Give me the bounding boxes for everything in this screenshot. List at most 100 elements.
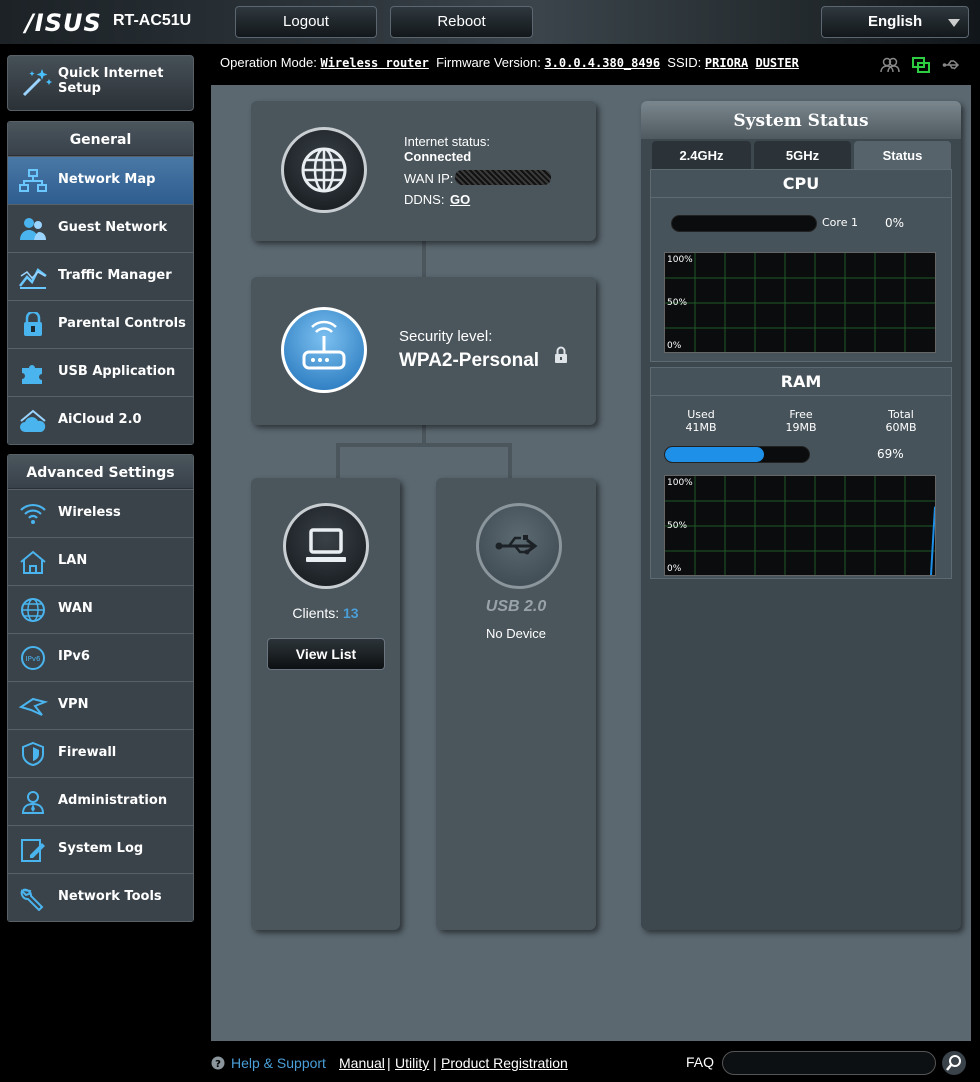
ram-usage-bar bbox=[664, 446, 810, 463]
parental-controls-icon bbox=[24, 312, 42, 336]
usb-status-icon[interactable] bbox=[942, 55, 962, 75]
view-list-button[interactable]: View List bbox=[267, 638, 385, 670]
network-map-icon bbox=[19, 169, 47, 192]
internet-status-value: Connected bbox=[404, 149, 472, 164]
sidebar-item-lan[interactable]: LAN bbox=[8, 537, 193, 585]
tab-status[interactable]: Status bbox=[854, 141, 951, 169]
ram-total: Total 60MB bbox=[871, 408, 931, 434]
status-icons bbox=[880, 54, 968, 75]
sidebar-item-ipv6[interactable]: IPv6 IPv6 bbox=[8, 633, 193, 681]
home-icon bbox=[20, 550, 46, 574]
sidebar-item-label: WAN bbox=[58, 601, 93, 616]
sidebar-item-parental-controls[interactable]: Parental Controls bbox=[8, 300, 193, 348]
sidebar-item-label: LAN bbox=[58, 553, 88, 568]
manual-link[interactable]: Manual bbox=[339, 1055, 385, 1071]
router-icon bbox=[302, 320, 346, 370]
network-status-icon[interactable] bbox=[911, 55, 931, 75]
graph-label-100: 100% bbox=[667, 478, 693, 488]
log-icon bbox=[21, 839, 45, 862]
ssid-link-2[interactable]: DUSTER bbox=[755, 56, 798, 70]
info-line: Operation Mode: Wireless router Firmware… bbox=[220, 55, 799, 70]
sidebar-item-system-log[interactable]: System Log bbox=[8, 825, 193, 873]
ddns-label: DDNS: bbox=[404, 192, 445, 207]
connector-line bbox=[508, 443, 512, 479]
sidebar-item-label: Administration bbox=[58, 793, 168, 808]
firmware-label: Firmware Version: bbox=[436, 55, 541, 70]
utility-link[interactable]: Utility bbox=[395, 1055, 429, 1071]
sidebar-item-usb-application[interactable]: USB Application bbox=[8, 348, 193, 396]
ram-free: Free 19MB bbox=[771, 408, 831, 434]
sidebar-item-label: Network Map bbox=[58, 172, 156, 187]
logout-button[interactable]: Logout bbox=[235, 6, 377, 38]
op-mode-link[interactable]: Wireless router bbox=[320, 56, 428, 70]
ssid-label: SSID: bbox=[667, 55, 702, 70]
cpu-usage-graph: 100% 50% 0% bbox=[664, 252, 936, 353]
router-button[interactable] bbox=[281, 307, 367, 393]
router-card[interactable]: Security level: WPA2-Personal bbox=[251, 277, 596, 425]
connector-line bbox=[422, 241, 426, 277]
sidebar-item-administration[interactable]: Administration bbox=[8, 777, 193, 825]
ram-percent: 69% bbox=[877, 447, 904, 461]
ddns-go-link[interactable]: GO bbox=[450, 192, 470, 207]
sidebar-item-label: VPN bbox=[58, 697, 89, 712]
connector-line bbox=[336, 443, 340, 479]
reboot-button[interactable]: Reboot bbox=[390, 6, 533, 38]
sidebar-item-vpn[interactable]: VPN bbox=[8, 681, 193, 729]
sidebar-item-traffic-manager[interactable]: Traffic Manager bbox=[8, 252, 193, 300]
sidebar-item-label: Network Tools bbox=[58, 889, 162, 904]
clients-status-icon[interactable] bbox=[880, 55, 900, 75]
language-select[interactable]: English bbox=[821, 6, 969, 38]
admin-icon bbox=[21, 791, 45, 814]
sidebar-item-wireless[interactable]: Wireless bbox=[8, 489, 193, 537]
search-icon bbox=[946, 1055, 961, 1071]
help-support-link[interactable]: Help & Support bbox=[231, 1055, 326, 1071]
faq-label: FAQ bbox=[686, 1054, 715, 1070]
graph-label-0: 0% bbox=[667, 564, 682, 574]
connector-line bbox=[422, 425, 426, 445]
quick-internet-setup-label: Quick Internet Setup bbox=[58, 66, 164, 96]
lock-icon bbox=[555, 346, 567, 363]
clients-count[interactable]: 13 bbox=[343, 605, 359, 621]
quick-internet-setup-button[interactable]: Quick Internet Setup bbox=[7, 55, 194, 111]
graph-label-50: 50% bbox=[667, 521, 688, 531]
sidebar-item-firewall[interactable]: Firewall bbox=[8, 729, 193, 777]
clients-card[interactable]: Clients: 13 View List bbox=[251, 478, 400, 930]
internet-card[interactable]: Internet status: Connected WAN IP: DDNS:… bbox=[251, 101, 596, 241]
firmware-link[interactable]: 3.0.0.4.380_8496 bbox=[544, 56, 660, 70]
chevron-down-icon bbox=[948, 19, 960, 27]
usb-card: USB 2.0 No Device bbox=[436, 478, 596, 930]
clients-button[interactable] bbox=[283, 503, 369, 589]
product-registration-link[interactable]: Product Registration bbox=[441, 1055, 568, 1071]
ssid-link-1[interactable]: PRIORA bbox=[705, 56, 748, 70]
cpu-core-percent: 0% bbox=[885, 216, 905, 230]
security-level-value: WPA2-Personal bbox=[399, 350, 540, 371]
internet-status-label: Internet status: bbox=[404, 134, 490, 149]
ram-total-value: 60MB bbox=[885, 421, 917, 434]
sidebar-item-label: System Log bbox=[58, 841, 144, 856]
tab-5ghz[interactable]: 5GHz bbox=[754, 141, 851, 169]
sidebar-item-aicloud[interactable]: AiCloud 2.0 bbox=[8, 396, 193, 444]
ram-section: RAM Used 41MB Free 19MB Total 60MB 69% 1… bbox=[650, 367, 952, 579]
ram-used-value: 41MB bbox=[685, 421, 717, 434]
internet-globe-button[interactable] bbox=[281, 127, 367, 213]
sidebar-item-guest-network[interactable]: Guest Network bbox=[8, 204, 193, 252]
asus-logo: /ISUS bbox=[25, 9, 102, 37]
computer-icon bbox=[306, 528, 346, 562]
ram-free-label: Free bbox=[789, 408, 813, 421]
general-title: General bbox=[8, 122, 193, 156]
sidebar-item-wan[interactable]: WAN bbox=[8, 585, 193, 633]
language-value: English bbox=[868, 13, 923, 30]
faq-search-input[interactable] bbox=[722, 1051, 936, 1075]
graph-grid bbox=[665, 253, 935, 352]
graph-label-100: 100% bbox=[667, 255, 693, 265]
graph-grid bbox=[665, 476, 935, 575]
sidebar-item-network-map[interactable]: Network Map bbox=[8, 156, 193, 204]
tab-2-4ghz[interactable]: 2.4GHz bbox=[652, 141, 751, 169]
clients-label: Clients: bbox=[292, 605, 340, 621]
sidebar-item-label: Guest Network bbox=[58, 220, 168, 235]
sidebar-item-network-tools[interactable]: Network Tools bbox=[8, 873, 193, 921]
connector-line bbox=[336, 443, 512, 447]
faq-search-button[interactable] bbox=[942, 1051, 966, 1075]
help-icon: ? bbox=[211, 1056, 225, 1070]
system-status-title: System Status bbox=[641, 101, 961, 139]
